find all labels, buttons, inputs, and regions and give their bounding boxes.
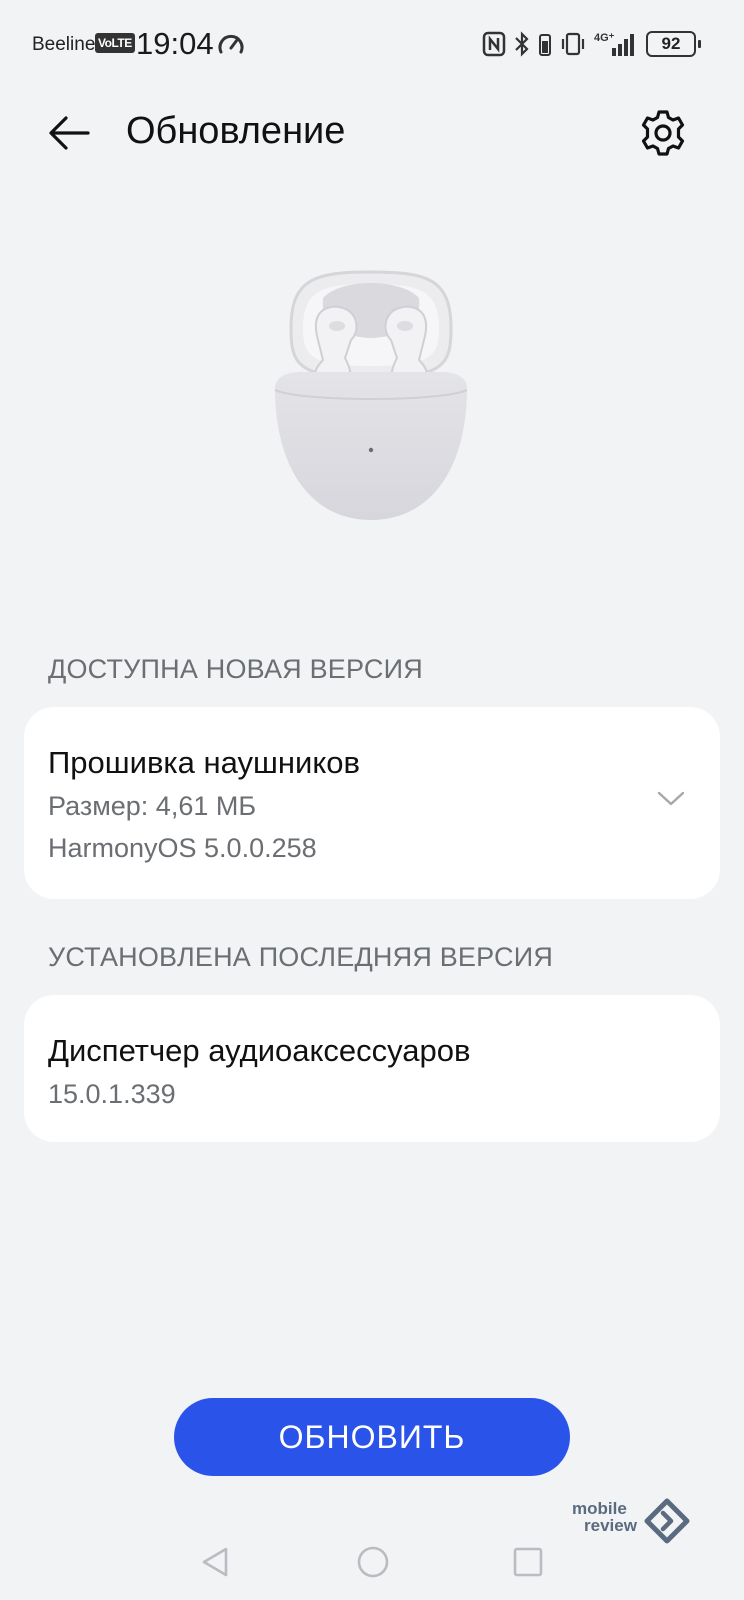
chevron-down-icon[interactable] bbox=[656, 789, 686, 809]
audio-manager-title: Диспетчер аудиоаксессуаров bbox=[48, 1033, 471, 1068]
status-bar: Beeline VoLTE 19:04 4G⁺ 92 bbox=[0, 0, 744, 90]
nav-recent-apps-icon[interactable] bbox=[510, 1544, 546, 1580]
volte-badge: VoLTE bbox=[95, 33, 135, 53]
firmware-update-card[interactable]: Прошивка наушников Размер: 4,61 МБ Harmo… bbox=[24, 707, 720, 899]
page-title: Обновление bbox=[126, 110, 346, 152]
svg-text:4G⁺: 4G⁺ bbox=[594, 32, 615, 44]
headset-battery-icon bbox=[539, 34, 551, 56]
watermark-text: mobile review bbox=[572, 1500, 637, 1534]
battery-indicator: 92 bbox=[646, 31, 701, 57]
section-label-available: ДОСТУПНА НОВАЯ ВЕРСИЯ bbox=[48, 654, 423, 684]
status-time: 19:04 bbox=[136, 26, 214, 61]
speedometer-icon bbox=[218, 34, 244, 54]
nfc-icon bbox=[482, 31, 506, 57]
nav-back-icon[interactable] bbox=[198, 1544, 234, 1580]
back-arrow-icon[interactable] bbox=[44, 108, 94, 158]
app-header: Обновление bbox=[0, 90, 744, 180]
firmware-title: Прошивка наушников bbox=[48, 745, 360, 780]
audio-manager-card: Диспетчер аудиоаксессуаров 15.0.1.339 bbox=[24, 995, 720, 1142]
audio-manager-version: 15.0.1.339 bbox=[48, 1079, 176, 1109]
bluetooth-icon bbox=[515, 31, 529, 57]
gear-icon[interactable] bbox=[638, 108, 688, 158]
signal-icon: 4G⁺ bbox=[594, 32, 634, 56]
nav-home-icon[interactable] bbox=[355, 1544, 391, 1580]
system-navigation-bar bbox=[0, 1530, 744, 1600]
earbuds-case-image bbox=[274, 270, 468, 520]
firmware-version: HarmonyOS 5.0.0.258 bbox=[48, 833, 317, 863]
status-icons: 4G⁺ 92 bbox=[482, 30, 701, 58]
firmware-size: Размер: 4,61 МБ bbox=[48, 791, 257, 821]
section-label-installed: УСТАНОВЛЕНА ПОСЛЕДНЯЯ ВЕРСИЯ bbox=[48, 942, 554, 972]
carrier-name: Beeline bbox=[32, 34, 96, 55]
vibrate-icon bbox=[561, 32, 585, 56]
update-button[interactable]: ОБНОВИТЬ bbox=[174, 1398, 570, 1476]
